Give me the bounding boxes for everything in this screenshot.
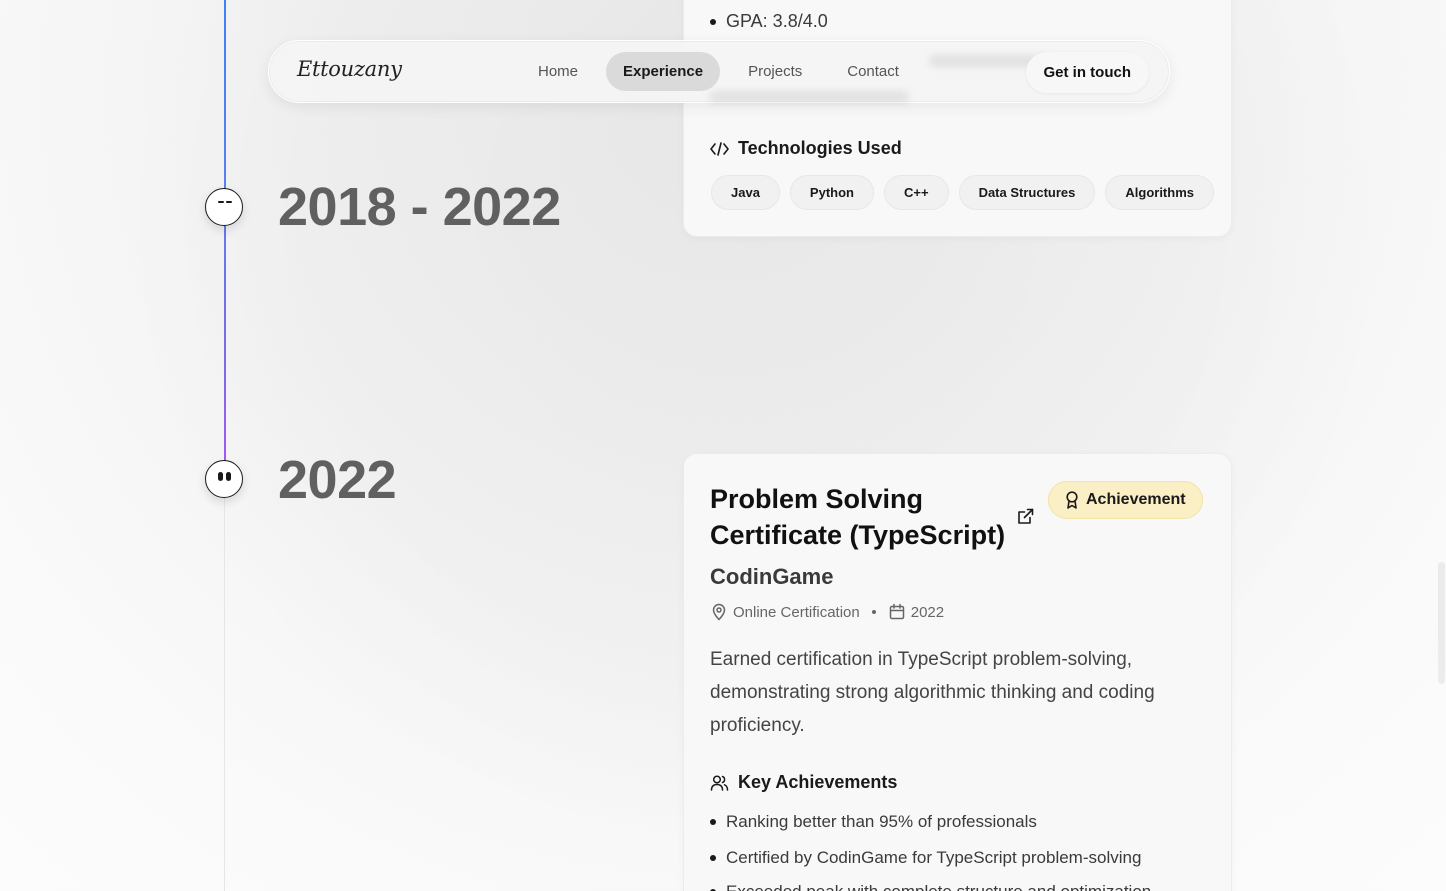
- card-date: 2022: [910, 603, 945, 621]
- achievement-item: Ranking better than 95% of professionals: [710, 812, 1037, 832]
- marker-eye-icon: [226, 201, 232, 203]
- navbar: Ettouzany Home Experience Projects Conta…: [268, 40, 1170, 103]
- tech-tag: Algorithms: [1105, 175, 1214, 210]
- marker-eye-icon: [218, 201, 224, 203]
- tech-tag: C++: [883, 175, 949, 210]
- nav-item-contact[interactable]: Contact: [830, 52, 916, 91]
- marker-eye-icon: [218, 472, 223, 481]
- card-location: Online Certification: [733, 603, 860, 621]
- timeline-marker-2018: [205, 188, 243, 226]
- achievement-item: Certified by CodinGame for TypeScript pr…: [710, 848, 1141, 868]
- users-icon: [710, 774, 729, 791]
- meta-separator: [871, 610, 876, 614]
- timeline-year: 2018 - 2022: [278, 177, 561, 237]
- timeline-line: [224, 0, 226, 470]
- technologies-heading-label: Technologies Used: [738, 138, 902, 158]
- timeline-year: 2022: [278, 450, 397, 510]
- external-link-icon[interactable]: [1016, 507, 1035, 526]
- technologies-heading: Technologies Used: [710, 138, 902, 159]
- card-bullet: GPA: 3.8/4.0: [710, 11, 828, 32]
- nav-item-home[interactable]: Home: [521, 52, 595, 91]
- blurred-content: [709, 91, 909, 103]
- timeline-line-track: [224, 498, 225, 891]
- nav-item-projects[interactable]: Projects: [731, 52, 819, 91]
- achievements-heading-label: Key Achievements: [738, 772, 898, 792]
- map-pin-icon: [712, 603, 726, 621]
- tech-tag: Python: [789, 175, 874, 210]
- nav-item-experience[interactable]: Experience: [606, 52, 721, 91]
- calendar-icon: [889, 603, 904, 620]
- tech-tag: Data Structures: [958, 175, 1096, 210]
- company-name: CodinGame: [710, 564, 834, 589]
- scrollbar-thumb[interactable]: [1438, 562, 1445, 684]
- tech-tag-list: Java Python C++ Data Structures Algorith…: [711, 175, 1214, 210]
- award-icon: [1066, 491, 1078, 509]
- marker-eye-icon: [226, 472, 231, 481]
- tech-tag: Java: [711, 175, 780, 210]
- code-icon: [710, 141, 729, 156]
- card-title: Problem Solving Certificate (TypeScript): [710, 484, 1006, 550]
- get-in-touch-button[interactable]: Get in touch: [1025, 52, 1149, 93]
- achievement-item: Exceeded peak with complete structure an…: [710, 882, 1151, 891]
- timeline-marker-2022: [205, 460, 243, 498]
- nav-menu: Home Experience Projects Contact: [521, 52, 927, 91]
- site-logo[interactable]: Ettouzany: [297, 57, 402, 81]
- achievements-heading: Key Achievements: [710, 772, 897, 793]
- achievement-badge: Achievement: [1048, 481, 1203, 519]
- badge-label: Achievement: [1086, 491, 1186, 508]
- card-meta: Online Certification 2022: [710, 603, 944, 621]
- card-description: Earned certification in TypeScript probl…: [710, 649, 1155, 736]
